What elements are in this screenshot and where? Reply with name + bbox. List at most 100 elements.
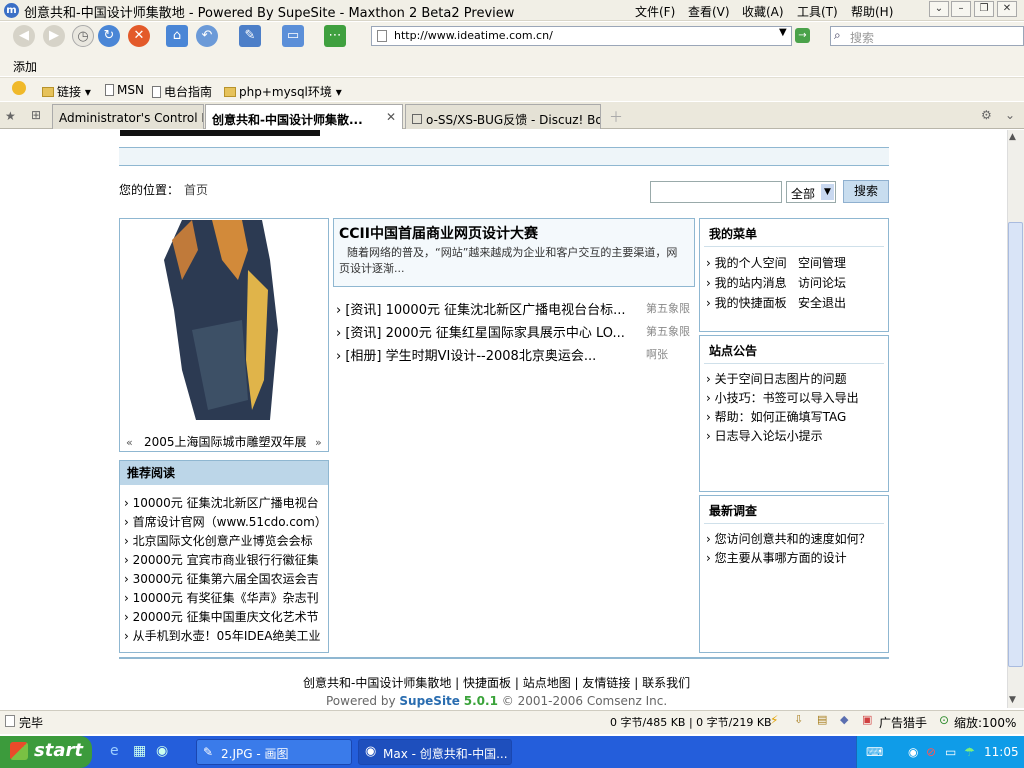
security-icon[interactable]: ⊘ <box>926 745 936 759</box>
home-icon[interactable]: ⌂ <box>166 25 188 47</box>
menu-link[interactable]: › 我的站内消息 <box>706 274 787 291</box>
minimize-button[interactable]: – <box>951 1 971 17</box>
split-icon[interactable]: ⋯ <box>324 25 346 47</box>
stop-icon[interactable]: ✕ <box>128 25 150 47</box>
maxthon-icon[interactable]: ◉ <box>156 743 168 759</box>
cube-icon[interactable]: ◆ <box>840 713 848 726</box>
desktop-icon[interactable]: ▦ <box>133 743 146 759</box>
notice-item[interactable]: › 帮助：如何正确填写TAG <box>706 408 846 425</box>
recommend-item[interactable]: › 30000元 征集第六届全国农运会吉 <box>124 570 324 587</box>
folder-icon[interactable]: ▤ <box>817 713 827 726</box>
notice-item[interactable]: › 小技巧：书签可以导入导出 <box>706 389 859 406</box>
maxthon-tray-icon[interactable]: ◉ <box>908 745 918 759</box>
menu-link[interactable]: 空间管理 <box>798 254 846 271</box>
tab-close-icon[interactable]: ✕ <box>386 110 396 124</box>
history-icon[interactable]: ◷ <box>72 25 94 47</box>
tab-ideatime[interactable]: 创意共和-中国设计师集散... ✕ <box>205 104 403 129</box>
scrollbar-thumb[interactable] <box>1008 222 1023 667</box>
tab-admin[interactable]: Administrator's Control Panel <box>52 104 204 129</box>
footer-link[interactable]: 站点地图 <box>523 676 571 690</box>
fav-msn[interactable]: MSN <box>105 83 144 97</box>
prev-arrow[interactable]: « <box>126 436 133 449</box>
task-maxthon[interactable]: ◉ Max - 创意共和-中国... <box>358 739 512 765</box>
feature-caption[interactable]: 2005上海国际城市雕塑双年展 <box>144 433 307 450</box>
comsenz-link[interactable]: Comsenz Inc. <box>587 694 667 708</box>
restore-button[interactable]: ❐ <box>974 1 994 17</box>
zoom-level[interactable]: 缩放:100% <box>954 714 1016 731</box>
recommend-item[interactable]: › 20000元 宜宾市商业银行行徽征集 <box>124 551 324 568</box>
footer-link[interactable]: 联系我们 <box>642 676 690 690</box>
antivirus-icon[interactable]: ☂ <box>964 745 975 759</box>
undo-icon[interactable]: ↶ <box>196 25 218 47</box>
next-arrow[interactable]: » <box>315 436 322 449</box>
back-icon[interactable]: ◀ <box>13 25 35 47</box>
menu-link[interactable]: › 我的个人空间 <box>706 254 787 271</box>
chevron-down-icon[interactable]: ⌄ <box>929 1 949 17</box>
news-author[interactable]: 啊张 <box>646 346 668 362</box>
maxthon-icon: ◉ <box>365 744 377 759</box>
tab-discuz[interactable]: o-SS/XS-BUG反馈 - Discuz! Boar... <box>405 104 601 129</box>
menu-file[interactable]: 文件(F) <box>635 3 675 20</box>
adblock-icon[interactable]: ▣ <box>862 713 872 726</box>
survey-item[interactable]: › 您主要从事哪方面的设计 <box>706 549 847 566</box>
recommend-item[interactable]: › 10000元 征集沈北新区广播电视台 <box>124 494 324 511</box>
survey-item[interactable]: › 您访问创意共和的速度如何？ <box>706 530 871 547</box>
grid-icon[interactable]: ⊞ <box>31 108 41 122</box>
site-search-button[interactable]: 搜索 <box>843 180 889 203</box>
supesite-link[interactable]: SupeSite <box>399 694 460 708</box>
notice-item[interactable]: › 关于空间日志图片的问题 <box>706 370 847 387</box>
recommend-item[interactable]: › 20000元 征集中国重庆文化艺术节 <box>124 608 324 625</box>
scroll-down-icon[interactable]: ▼ <box>1009 695 1016 705</box>
menu-link[interactable]: › 我的快捷面板 <box>706 294 787 311</box>
site-search-input[interactable] <box>650 181 782 203</box>
recommend-item[interactable]: › 首席设计官网（www.51cdo.com） <box>124 513 324 530</box>
search-scope-select[interactable]: 全部 ▼ <box>786 181 836 203</box>
refresh-icon[interactable]: ↻ <box>98 25 120 47</box>
wrench-icon[interactable]: ⚙ <box>981 108 992 122</box>
recommend-item[interactable]: › 北京国际文化创意产业博览会会标 <box>124 532 324 549</box>
notice-item[interactable]: › 日志导入论坛小提示 <box>706 427 823 444</box>
favorites-heart-icon[interactable] <box>12 81 26 95</box>
news-item[interactable]: › [相册] 学生时期VI设计--2008北京奥运会... <box>336 345 640 364</box>
tools-icon[interactable]: ✎ <box>239 25 261 47</box>
scroll-up-icon[interactable]: ▲ <box>1009 132 1016 142</box>
menu-help[interactable]: 帮助(H) <box>851 3 893 20</box>
ie-icon[interactable]: e <box>110 743 119 759</box>
close-button[interactable]: ✕ <box>997 1 1017 17</box>
address-dropdown-icon[interactable]: ▼ <box>779 27 787 38</box>
fav-radio[interactable]: 电台指南 <box>152 83 212 100</box>
menu-tools[interactable]: 工具(T) <box>797 3 838 20</box>
go-icon[interactable]: → <box>795 28 810 43</box>
headline-title[interactable]: CCII中国首届商业网页设计大赛 <box>339 223 538 243</box>
news-author[interactable]: 第五象限 <box>646 300 690 316</box>
adblock-label[interactable]: 广告猎手 <box>879 714 927 731</box>
footer-link[interactable]: 快捷面板 <box>463 676 511 690</box>
recommend-item[interactable]: › 从手机到水壶！05年IDEA绝美工业 <box>124 627 324 644</box>
new-tab-icon[interactable]: ＋ <box>609 107 623 127</box>
menu-link[interactable]: 访问论坛 <box>798 274 846 291</box>
add-label[interactable]: 添加 <box>13 58 37 75</box>
star-icon[interactable]: ★ <box>5 109 16 123</box>
window-icon[interactable]: ▭ <box>282 25 304 47</box>
download-icon[interactable]: ⇩ <box>794 713 803 726</box>
location-home[interactable]: 首页 <box>184 181 208 198</box>
keyboard-icon[interactable]: ⌨ <box>866 745 883 759</box>
menu-favorites[interactable]: 收藏(A) <box>742 3 784 20</box>
fav-php[interactable]: php+mysql环境 ▾ <box>224 83 342 100</box>
sculpture-image[interactable] <box>152 220 284 424</box>
network-icon[interactable]: ▭ <box>945 745 956 759</box>
tab-menu-icon[interactable]: ⌄ <box>1005 108 1015 122</box>
lightning-icon[interactable]: ⚡ <box>770 713 778 727</box>
menu-view[interactable]: 查看(V) <box>688 3 730 20</box>
task-paint[interactable]: ✎ 2.JPG - 画图 <box>196 739 352 765</box>
footer-link[interactable]: 创意共和-中国设计师集散地 <box>303 676 451 690</box>
menu-link[interactable]: 安全退出 <box>798 294 846 311</box>
address-text[interactable]: http://www.ideatime.com.cn/ <box>394 29 553 42</box>
recommend-item[interactable]: › 10000元 有奖征集《华声》杂志刊 <box>124 589 324 606</box>
forward-icon[interactable]: ▶ <box>43 25 65 47</box>
news-item[interactable]: › [资讯] 10000元 征集沈北新区广播电视台台标... <box>336 299 640 318</box>
footer-link[interactable]: 友情链接 <box>582 676 630 690</box>
fav-links[interactable]: 链接 ▾ <box>42 83 91 100</box>
news-item[interactable]: › [资讯] 2000元 征集红星国际家具展示中心 LO... <box>336 322 640 341</box>
news-author[interactable]: 第五象限 <box>646 323 690 339</box>
